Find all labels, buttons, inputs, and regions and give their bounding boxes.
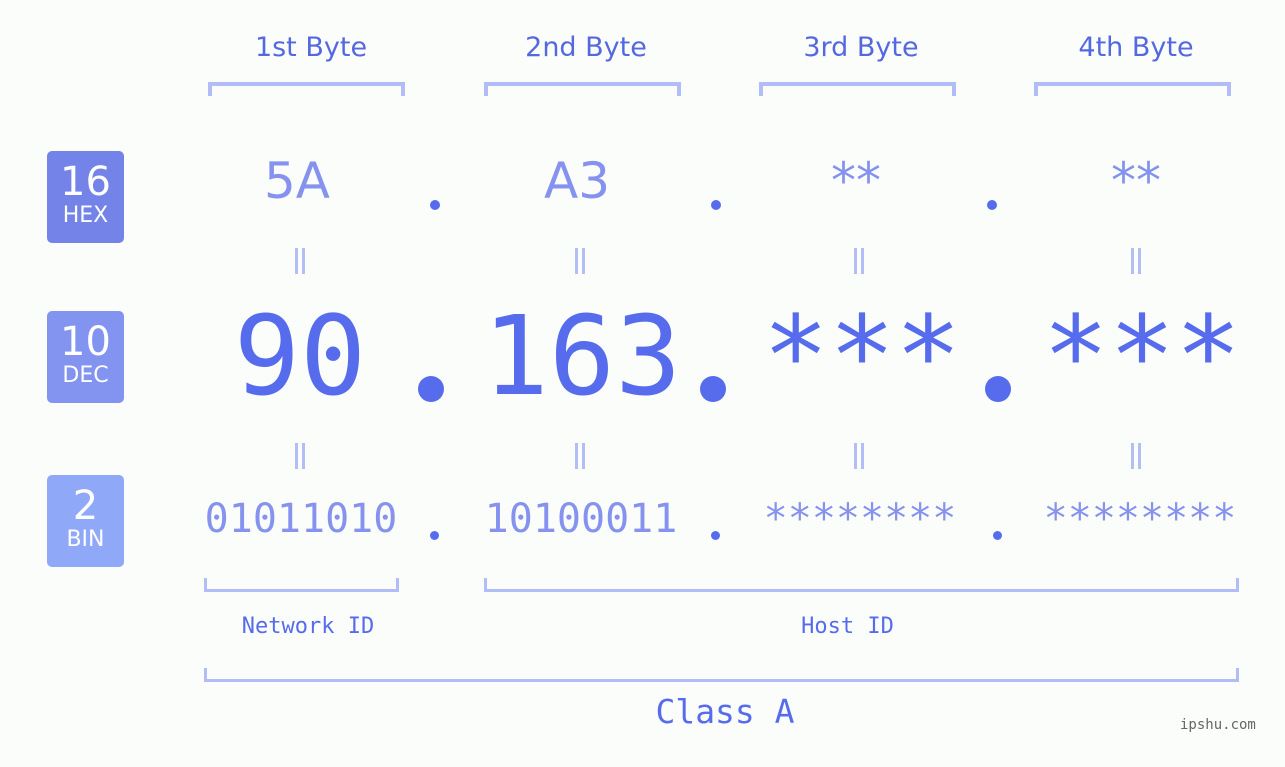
bin-separator-dot-1 [430, 531, 439, 540]
bin-base: 2 [72, 483, 99, 529]
hex-badge: 16 HEX [47, 151, 124, 243]
hex-byte-2: A3 [543, 152, 610, 210]
hex-separator-dot-3 [987, 200, 997, 210]
byte-bracket-1 [208, 82, 405, 96]
byte-bracket-2 [484, 82, 681, 96]
byte-bracket-3 [759, 82, 956, 96]
hex-byte-4: ** [1111, 152, 1161, 210]
dec-base: 10 [60, 319, 111, 365]
class-label: Class A [655, 692, 795, 731]
bin-separator-dot-2 [711, 531, 720, 540]
hex-separator-dot-1 [430, 200, 440, 210]
byte-title-4: 4th Byte [1078, 32, 1194, 63]
hex-label: HEX [62, 203, 109, 228]
bin-byte-4: ******** [1043, 496, 1237, 542]
byte-title-3: 3rd Byte [803, 32, 919, 63]
dec-separator-dot-2 [700, 376, 726, 402]
byte-title-1: 1st Byte [254, 32, 368, 63]
bin-byte-1: 01011010 [204, 496, 398, 542]
equals-icon [849, 441, 869, 469]
byte-bracket-4 [1034, 82, 1231, 96]
equals-icon [570, 246, 590, 274]
hex-byte-3: ** [831, 152, 881, 210]
equals-icon [290, 246, 310, 274]
dec-badge: 10 DEC [47, 311, 124, 403]
equals-icon [1126, 441, 1146, 469]
bin-byte-3: ******** [763, 496, 957, 542]
dec-byte-2: 163 [482, 292, 682, 420]
dec-separator-dot-3 [985, 376, 1011, 402]
equals-icon [1126, 246, 1146, 274]
watermark: ipshu.com [1180, 717, 1256, 733]
hex-separator-dot-2 [711, 200, 721, 210]
dec-label: DEC [62, 363, 109, 388]
bin-badge: 2 BIN [47, 475, 124, 567]
hex-byte-1: 5A [263, 152, 330, 210]
bin-separator-dot-3 [993, 531, 1002, 540]
host-id-bracket [484, 578, 1239, 592]
equals-icon [290, 441, 310, 469]
dec-byte-1: 90 [233, 292, 367, 420]
host-id-label: Host ID [801, 614, 894, 639]
network-id-label: Network ID [241, 614, 375, 639]
dec-byte-4: *** [1042, 292, 1242, 420]
equals-icon [849, 246, 869, 274]
network-id-bracket [204, 578, 399, 592]
dec-separator-dot-1 [418, 376, 444, 402]
dec-byte-3: *** [762, 292, 962, 420]
bin-byte-2: 10100011 [484, 496, 678, 542]
hex-base: 16 [60, 159, 111, 205]
class-bracket [204, 668, 1239, 682]
bin-label: BIN [66, 527, 105, 552]
equals-icon [570, 441, 590, 469]
byte-title-2: 2nd Byte [525, 32, 647, 63]
